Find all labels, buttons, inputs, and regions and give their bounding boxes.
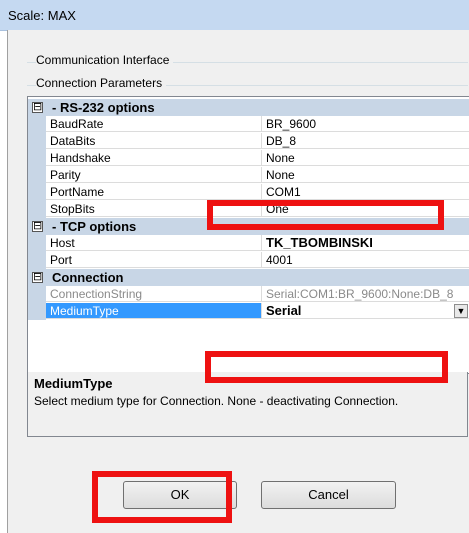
property-name: Parity <box>46 167 262 183</box>
help-description: Select medium type for Connection. None … <box>34 394 399 408</box>
property-row-databits[interactable]: DataBits DB_8 <box>28 133 469 150</box>
group-label-connection-parameters: Connection Parameters <box>36 76 167 90</box>
property-description-panel: MediumType Select medium type for Connec… <box>27 372 468 437</box>
property-name: Handshake <box>46 150 262 166</box>
property-name: Port <box>46 252 262 268</box>
cancel-button[interactable]: Cancel <box>261 481 396 509</box>
category-tcp-options[interactable]: ⊟ - TCP options <box>28 218 469 235</box>
row-margin <box>28 116 46 133</box>
property-value[interactable]: COM1 <box>262 184 469 200</box>
property-row-baudrate[interactable]: BaudRate BR_9600 <box>28 116 469 133</box>
property-value[interactable]: One <box>262 201 469 217</box>
collapse-icon[interactable]: ⊟ <box>32 102 43 113</box>
property-name: Host <box>46 235 262 251</box>
property-value: Serial:COM1:BR_9600:None:DB_8 <box>262 286 469 302</box>
property-name: ConnectionString <box>46 286 262 302</box>
row-margin <box>28 201 46 218</box>
category-label: - RS-232 options <box>52 100 155 115</box>
category-label: - TCP options <box>52 219 137 234</box>
property-grid[interactable]: ⊟ - RS-232 options BaudRate BR_9600 Data… <box>27 96 469 374</box>
property-value[interactable]: TK_TBOMBINSKI <box>262 235 469 251</box>
row-margin <box>28 150 46 167</box>
category-connection[interactable]: ⊟ Connection <box>28 269 469 286</box>
row-margin <box>28 184 46 201</box>
property-row-parity[interactable]: Parity None <box>28 167 469 184</box>
property-name: DataBits <box>46 133 262 149</box>
collapse-icon[interactable]: ⊟ <box>32 272 43 283</box>
row-margin <box>28 235 46 252</box>
property-value[interactable]: DB_8 <box>262 133 469 149</box>
property-name: PortName <box>46 184 262 200</box>
category-rs232-options[interactable]: ⊟ - RS-232 options <box>28 99 469 116</box>
property-value[interactable]: None <box>262 167 469 183</box>
property-row-port[interactable]: Port 4001 <box>28 252 469 269</box>
row-margin <box>28 286 46 303</box>
collapse-icon[interactable]: ⊟ <box>32 221 43 232</box>
property-name: BaudRate <box>46 116 262 132</box>
property-row-host[interactable]: Host TK_TBOMBINSKI <box>28 235 469 252</box>
row-margin <box>28 133 46 150</box>
row-margin <box>28 303 46 320</box>
property-row-mediumtype[interactable]: MediumType Serial ▼ <box>28 303 469 320</box>
property-row-connectionstring[interactable]: ConnectionString Serial:COM1:BR_9600:Non… <box>28 286 469 303</box>
property-value[interactable]: BR_9600 <box>262 116 469 132</box>
medium-type-select[interactable]: Serial <box>262 303 469 319</box>
property-row-handshake[interactable]: Handshake None <box>28 150 469 167</box>
row-margin <box>28 252 46 269</box>
property-row-stopbits[interactable]: StopBits One <box>28 201 469 218</box>
category-label: Connection <box>52 270 124 285</box>
property-row-portname[interactable]: PortName COM1 <box>28 184 469 201</box>
property-value[interactable]: 4001 <box>262 252 469 268</box>
chevron-down-icon[interactable]: ▼ <box>454 304 468 318</box>
ok-button[interactable]: OK <box>123 481 237 509</box>
help-title: MediumType <box>34 376 113 391</box>
window-title: Scale: MAX <box>8 8 76 23</box>
row-margin <box>28 167 46 184</box>
property-name: MediumType <box>46 303 262 319</box>
group-label-communication-interface: Communication Interface <box>36 53 174 67</box>
title-bar: Scale: MAX <box>0 0 469 31</box>
property-name: StopBits <box>46 201 262 217</box>
property-value[interactable]: None <box>262 150 469 166</box>
